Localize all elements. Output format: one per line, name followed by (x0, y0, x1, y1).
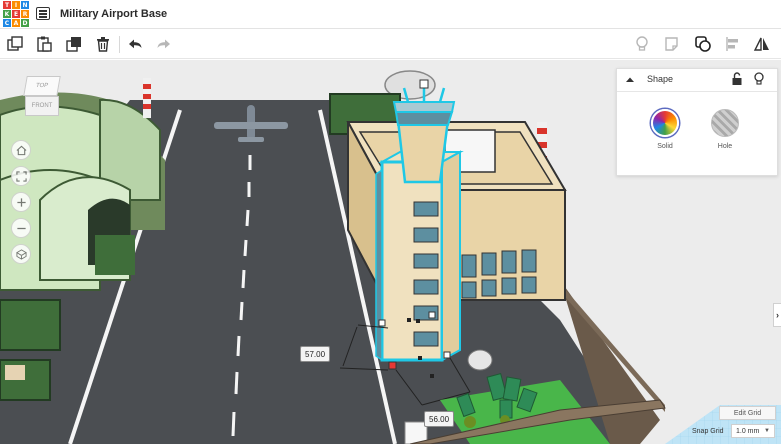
fit-view-button[interactable] (11, 166, 31, 186)
fit-icon (15, 170, 27, 182)
copy-icon[interactable] (5, 34, 25, 54)
align-icon[interactable] (723, 34, 743, 54)
mirror-icon[interactable] (752, 34, 772, 54)
logo-letter: C (3, 19, 11, 27)
zoom-out-button[interactable] (11, 218, 31, 238)
view-cube-front[interactable]: FRONT (25, 96, 59, 116)
home-view-button[interactable] (11, 140, 31, 160)
perspective-button[interactable] (11, 244, 31, 264)
bulb-icon[interactable] (632, 34, 652, 54)
edit-grid-button[interactable]: Edit Grid (719, 406, 776, 420)
toolbar (0, 30, 781, 59)
panel-title: Shape (647, 74, 674, 84)
app-header: TIN KER CAD Military Airport Base (0, 0, 781, 29)
collapse-chevron-icon[interactable] (623, 73, 637, 87)
shape-inspector-panel: Shape Solid Hole (616, 68, 778, 176)
zoom-out-icon (16, 227, 26, 229)
striped-chimney (143, 78, 151, 118)
design-title[interactable]: Military Airport Base (60, 8, 167, 20)
view-cube-top[interactable]: TOP (23, 76, 61, 96)
group-icon[interactable] (693, 34, 713, 54)
snap-grid-select[interactable]: 1.0 mm ▼ (731, 424, 775, 438)
logo-letter: R (21, 10, 29, 18)
logo-letter: N (21, 1, 29, 9)
expand-panel-tab[interactable]: › (773, 303, 781, 327)
logo-letter: E (12, 10, 20, 18)
hole-label: Hole (717, 143, 733, 150)
note-icon[interactable] (662, 34, 682, 54)
solid-color-swatch[interactable] (651, 109, 679, 137)
paste-icon[interactable] (34, 34, 54, 54)
duplicate-icon[interactable] (64, 34, 84, 54)
zoom-in-button[interactable] (11, 192, 31, 212)
zoom-in-icon (16, 197, 26, 207)
perspective-icon (15, 248, 27, 260)
undo-icon[interactable] (125, 34, 145, 54)
lock-icon[interactable] (731, 72, 743, 86)
hole-swatch[interactable] (711, 109, 739, 137)
design-list-icon[interactable] (36, 7, 50, 20)
solid-label: Solid (657, 143, 673, 150)
snap-grid-value: 1.0 mm (736, 427, 760, 435)
height-dimension-input[interactable]: 57.00 (300, 346, 331, 362)
delete-icon[interactable] (93, 34, 113, 54)
logo-letter: T (3, 1, 11, 9)
tinkercad-logo[interactable]: TIN KER CAD (3, 1, 29, 27)
snap-grid-label: Snap Grid (692, 428, 724, 435)
view-cube[interactable]: TOP FRONT (22, 76, 64, 118)
logo-letter: K (3, 10, 11, 18)
width-dimension-input[interactable]: 56.00 (424, 411, 455, 427)
home-icon (16, 145, 26, 155)
logo-letter: A (12, 19, 20, 27)
redo-icon[interactable] (154, 34, 174, 54)
logo-letter: I (12, 1, 20, 9)
panel-divider (617, 91, 777, 92)
chevron-down-icon: ▼ (764, 428, 770, 434)
logo-letter: D (21, 19, 29, 27)
visibility-bulb-icon[interactable] (753, 72, 765, 86)
toolbar-separator (119, 36, 120, 53)
